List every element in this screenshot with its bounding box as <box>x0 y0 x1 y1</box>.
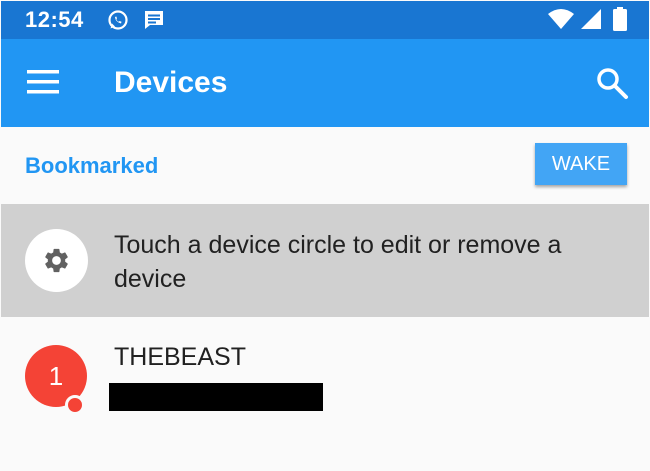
wifi-icon <box>547 8 575 35</box>
hint-text: Touch a device circle to edit or remove … <box>114 231 562 293</box>
device-name: THEBEAST <box>114 343 246 371</box>
badge-dot <box>65 395 85 415</box>
devices-screen: 12:54 Devices Bookmarked WAKE Touch a de… <box>1 1 649 469</box>
search-icon[interactable] <box>595 66 629 100</box>
app-bar: Devices <box>1 39 649 127</box>
whatsapp-icon <box>107 9 129 36</box>
wake-button[interactable]: WAKE <box>535 143 627 185</box>
device-row[interactable]: 1 THEBEAST <box>1 317 649 427</box>
redacted-address <box>109 383 323 411</box>
status-bar: 12:54 <box>1 1 649 39</box>
page-title: Devices <box>114 66 228 99</box>
hint-icon-circle <box>25 229 88 292</box>
signal-icon <box>579 8 603 35</box>
status-time: 12:54 <box>25 7 84 32</box>
message-icon <box>143 9 165 36</box>
hint-row: Touch a device circle to edit or remove … <box>1 204 649 317</box>
menu-icon[interactable] <box>27 69 59 95</box>
bookmarked-header: Bookmarked <box>25 153 159 178</box>
battery-icon <box>613 7 627 36</box>
